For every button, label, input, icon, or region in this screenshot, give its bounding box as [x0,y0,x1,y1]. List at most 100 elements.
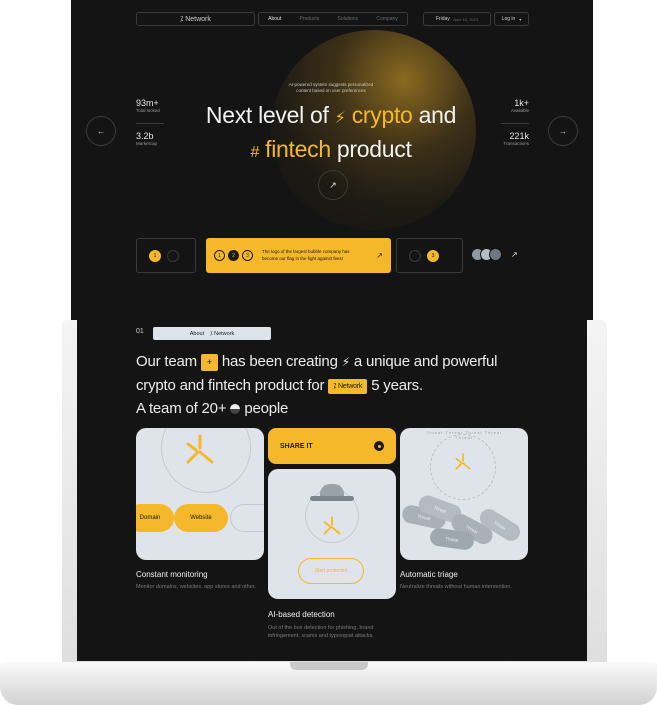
stats-right: 1k+ Available 221k Transactions [501,98,529,147]
title-part: and [418,102,457,128]
network-badge: ⁒ Network [328,378,368,394]
network-logo-icon [186,434,214,464]
slide-num: 1 [218,252,221,259]
slide-dot-1[interactable]: 1 [214,250,225,261]
bolt-icon: ⚡ [334,110,346,127]
card-desc: Monitor domains, websites, app stores an… [136,584,256,590]
hash-icon: # [250,144,260,161]
about-section: 01 About ⁒ Network Our team + has been c… [77,320,587,661]
share-label: SHARE IT [280,442,313,450]
logo[interactable]: ⁒ Network [136,12,255,26]
network-logo-icon [455,453,471,470]
arrow-up-right-icon: ↗ [376,251,383,260]
statement-text: a unique and powerful [353,353,498,370]
prev-button[interactable]: ← [86,116,116,146]
title-highlight: crypto [351,102,413,128]
about-tabs: About ⁒ Network [153,327,271,340]
slider-active-card[interactable]: 1 2 3 The logo of the largest bubble com… [206,238,391,273]
stat-label: Available [510,108,529,113]
card-title: Constant monitoring [136,570,208,579]
pill-label: Threat [493,519,507,531]
date-full: June 16, 2023 [452,16,479,22]
stat-label: Total locked [136,108,160,113]
statement-text: people [244,400,289,417]
start-protected-button[interactable]: Start protected [298,558,364,584]
laptop-notch [290,662,368,670]
tab-network[interactable]: ⁒ Network [210,331,234,337]
chip-label: Domain [139,515,161,521]
main-nav: About Products Solutions Company [258,12,408,26]
button-label: Start protected [314,568,348,574]
stat-value: 3.2b [136,130,154,141]
nav-link-company[interactable]: Company [376,16,397,22]
triage-card: Threat Threat Threat Threat Threat Threa… [400,428,528,560]
slider-right-panel: 3 [396,238,463,273]
plus-icon: + [200,353,218,371]
share-button[interactable]: SHARE IT [268,428,396,464]
statement-text: A team of 20+ [136,400,227,417]
statement-text: Our team [136,353,197,370]
slide-dot-2[interactable]: 2 [228,250,239,261]
statement-text: 5 years. [371,377,423,394]
arrow-right-icon: → [559,126,567,136]
avatar-group [471,248,511,262]
slide-dot-1[interactable]: 1 [149,249,161,262]
stat-label: Marketcap [136,140,158,146]
tab-about[interactable]: About [190,331,204,337]
nav-link-products[interactable]: Products [300,16,320,22]
pill-label: Threat [445,535,459,543]
empty-chip [230,504,264,532]
title-part: product [336,136,412,162]
card-desc: Neutralize threats without human interve… [400,584,512,590]
chip-label: Website [190,515,212,521]
slide-dot-3[interactable]: 3 [242,250,253,261]
slide-num: 1 [153,252,157,259]
slide-dot-3[interactable]: 3 [427,249,439,262]
half-circle-icon [230,404,241,415]
pill-label: Threat [433,504,447,514]
monitoring-card: Domain Website [136,428,264,560]
slide-num: 3 [431,252,435,259]
card-desc: Out of the box detection for phishing, b… [268,625,374,639]
hero-title: Next level of ⚡ crypto and # fintech pro… [151,100,511,168]
hero-section: ⁒ Network About Products Solutions Compa… [71,0,593,320]
login-button[interactable]: Log in ▾ [494,12,529,26]
dot-icon [374,441,384,451]
next-button[interactable]: → [548,116,578,146]
domain-chip: Domain [136,504,174,532]
card-title: AI-based detection [268,610,335,619]
arrow-left-icon: ← [97,126,105,136]
slide-dot-empty[interactable] [167,249,179,262]
bolt-icon: ⚡ [341,355,350,369]
date-display: Friday June 16, 2023 [423,12,491,26]
logo-text: ⁒ Network [180,16,211,23]
avatar [489,248,502,261]
slide-text: The logo of the largest bubble company h… [262,249,350,261]
hat-icon [310,484,354,502]
network-logo-icon [323,516,341,535]
stats-left: 93m+ Total locked 3.2b Marketcap [136,98,164,147]
detection-card: Start protected [268,469,396,599]
hero-tagline: AI-powered system suggests personalized … [288,82,374,93]
stat-value: 93m+ [136,98,159,108]
card-title: Automatic triage [400,570,458,579]
statement-text: has been creating [221,353,338,370]
nav-link-solutions[interactable]: Solutions [338,16,359,22]
stat-value: 1k+ [514,98,529,108]
date-day: Friday [435,16,450,22]
arrow-up-right-icon[interactable]: ↗ [511,250,518,259]
stat-value: 221k [509,130,529,141]
nav-link-about[interactable]: About [268,16,281,22]
about-statement: Our team + has been creating ⚡ a unique … [136,350,576,420]
ring-text: Threat Threat Threat Threat Threat [425,430,503,440]
website-chip: Website [174,504,228,532]
stat-label: Transactions [503,140,529,146]
title-part: Next level of [205,102,329,128]
arrow-up-right-icon: ↗ [329,179,337,190]
login-label: Log in [501,16,516,22]
title-highlight: fintech [265,136,331,162]
hero-arrow-button[interactable]: ↗ [318,170,348,200]
slide-num: 3 [246,252,249,259]
slide-dot-empty[interactable] [409,249,421,262]
chevron-down-icon: ▾ [519,16,522,22]
